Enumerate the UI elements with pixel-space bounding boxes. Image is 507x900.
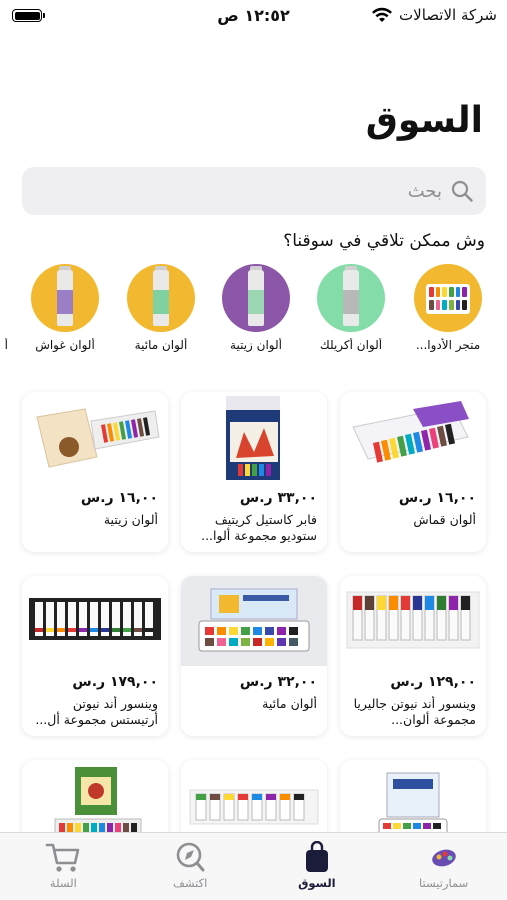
search-icon [451, 180, 473, 202]
product-image-oil-paint [22, 392, 168, 482]
page-title: السوق [365, 100, 483, 141]
category-item-partial[interactable]: أ [0, 264, 8, 352]
category-label: أ [4, 338, 8, 352]
paint-tube-icon [222, 264, 290, 332]
product-price: ٣٢,٠٠ ر.س [239, 674, 317, 690]
product-image-faber-castell [181, 392, 327, 482]
category-label: متجر الأدوا... [415, 338, 481, 352]
product-price: ١٧٩,٠٠ ر.س [72, 674, 158, 690]
paint-palette-icon [414, 264, 482, 332]
product-name: ألوان زيتية [103, 512, 158, 527]
product-card[interactable]: ٣٢,٠٠ ر.س ألوان مائية [181, 576, 327, 736]
product-price: ١٦,٠٠ ر.س [80, 490, 158, 506]
search-bar[interactable] [22, 167, 486, 215]
tab-label: السلة [49, 876, 77, 890]
tab-explore[interactable]: اكتشف [127, 833, 254, 900]
product-name: فابر كاستيل كريتيف ستوديو مجموعة ألوا... [201, 512, 317, 543]
section-heading: وش ممكن تلاقي في سوقنا؟ [283, 231, 485, 251]
tab-cart[interactable]: السلة [0, 833, 127, 900]
tab-bar: السلة اكتشف السوق سمارتيستا [0, 832, 507, 900]
product-image-artists-set [22, 576, 168, 666]
product-image-galeria-set [340, 576, 486, 666]
product-name: ألوان مائية [262, 696, 317, 711]
tab-smartista[interactable]: سمارتيستا [380, 833, 507, 900]
product-price: ١٢٩,٠٠ ر.س [390, 674, 476, 690]
category-item-art-tools-store[interactable]: متجر الأدوا... [403, 264, 493, 352]
shopping-bag-icon [305, 841, 328, 872]
search-input[interactable] [62, 180, 442, 202]
status-carrier-group: شركة الاتصالات [371, 6, 497, 24]
product-name: ألوان قماش [413, 512, 476, 527]
category-item-acrylic[interactable]: ألوان أكريلك [306, 264, 396, 352]
product-card[interactable]: ١٦,٠٠ ر.س ألوان زيتية [22, 392, 168, 552]
category-label: ألوان زيتية [230, 338, 282, 352]
product-card[interactable]: ٣٣,٠٠ ر.س فابر كاستيل كريتيف ستوديو مجمو… [181, 392, 327, 552]
paint-tube-icon [127, 264, 195, 332]
tab-label: سمارتيستا [419, 876, 469, 890]
status-bar: ١٢:٥٢ ص شركة الاتصالات [0, 0, 507, 32]
cart-icon [46, 843, 80, 872]
compass-icon [176, 842, 205, 872]
product-image-fabric-paint [340, 392, 486, 482]
carrier-name: شركة الاتصالات [399, 6, 497, 24]
tab-label: السوق [298, 876, 336, 890]
category-item-watercolor[interactable]: ألوان مائية [116, 264, 206, 352]
product-price: ٣٣,٠٠ ر.س [239, 490, 317, 506]
paint-tube-icon [317, 264, 385, 332]
product-price: ١٦,٠٠ ر.س [398, 490, 476, 506]
category-label: ألوان غواش [35, 338, 95, 352]
product-card[interactable]: ١٧٩,٠٠ ر.س وينسور أند نيوتن أرتيستس مجمو… [22, 576, 168, 736]
product-card[interactable]: ١٦,٠٠ ر.س ألوان قماش [340, 392, 486, 552]
tab-market[interactable]: السوق [254, 833, 381, 900]
category-item-oil[interactable]: ألوان زيتية [211, 264, 301, 352]
smartista-logo-icon [431, 849, 456, 867]
product-image-watercolor-set [181, 576, 327, 666]
product-name: وينسور أند نيوتن جاليريا مجموعة ألوان... [353, 696, 476, 727]
category-carousel[interactable]: متجر الأدوا... ألوان أكريلك ألوان زيتية … [0, 264, 507, 354]
product-name: وينسور أند نيوتن أرتيستس مجموعة أل... [35, 696, 158, 727]
category-item-gouache[interactable]: ألوان غواش [20, 264, 110, 352]
tab-label: اكتشف [172, 876, 208, 890]
product-card[interactable]: ١٢٩,٠٠ ر.س وينسور أند نيوتن جاليريا مجمو… [340, 576, 486, 736]
category-label: ألوان مائية [134, 338, 188, 352]
category-label: ألوان أكريلك [319, 338, 383, 352]
wifi-icon [372, 7, 393, 22]
paint-tube-icon [31, 264, 99, 332]
